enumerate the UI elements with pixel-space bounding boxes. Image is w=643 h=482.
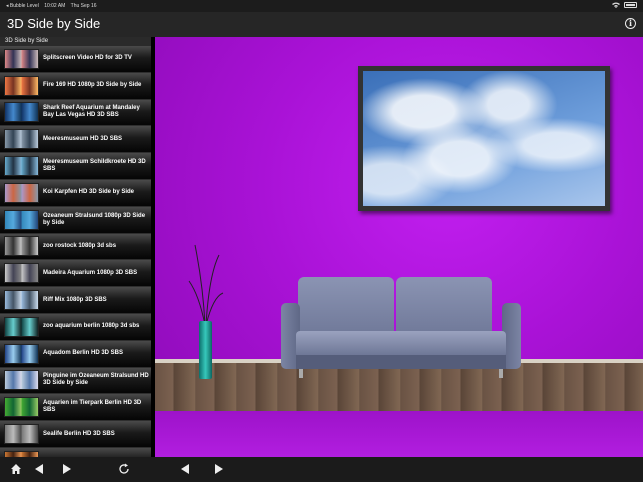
video-thumbnail xyxy=(4,343,39,364)
status-bar: ◂ Bubble Level 10:02 AM Thu Sep 16 xyxy=(0,0,643,12)
list-item[interactable]: Meeresmuseum Schildkroete HD 3D SBS xyxy=(0,153,151,180)
sofa-leg xyxy=(499,369,503,378)
list-item[interactable] xyxy=(0,447,151,457)
list-item[interactable]: Splitscreen Video HD for 3D TV xyxy=(0,46,151,73)
sofa xyxy=(281,277,521,381)
bottom-toolbar xyxy=(0,457,643,482)
list-item[interactable]: Pinguine im Ozeaneum Stralsund HD 3D Sid… xyxy=(0,367,151,395)
video-thumbnail xyxy=(4,397,39,418)
video-thumbnail xyxy=(4,182,39,203)
video-list: Splitscreen Video HD for 3D TV Fire 169 H… xyxy=(0,46,151,457)
video-title: Aquadom Berlin HD 3D SBS xyxy=(43,350,124,357)
room-preview xyxy=(155,37,643,457)
video-thumbnail xyxy=(4,290,39,311)
video-title: zoo rostock 1080p 3d sbs xyxy=(43,242,117,249)
page-title: 3D Side by Side xyxy=(7,16,101,31)
video-list-sidebar: 3D Side by Side Splitscreen Video HD for… xyxy=(0,37,151,457)
video-thumbnail xyxy=(4,316,39,337)
status-time: 10:02 AM xyxy=(44,3,66,9)
navigation-bar: 3D Side by Side i xyxy=(0,12,643,37)
triangle-left-icon xyxy=(181,464,189,474)
video-title: Koi Karpfen HD 3D Side by Side xyxy=(43,189,135,196)
video-title: Ozeaneum Stralsund 1080p 3D Side by Side xyxy=(43,212,146,226)
list-item[interactable]: Meeresmuseum HD 3D SBS xyxy=(0,126,151,154)
sofa-back-cushion-left xyxy=(298,277,394,337)
video-title: zoo aquarium berlin 1080p 3d sbs xyxy=(43,323,140,330)
sofa-back-cushion-right xyxy=(396,277,492,337)
video-thumbnail xyxy=(4,156,39,177)
video-thumbnail xyxy=(4,75,39,96)
vase xyxy=(199,321,212,379)
list-item[interactable]: Aquadom Berlin HD 3D SBS xyxy=(0,340,151,368)
list-item[interactable]: Ozeaneum Stralsund 1080p 3D Side by Side xyxy=(0,206,151,234)
list-item[interactable]: Riff Mix 1080p 3D SBS xyxy=(0,287,151,314)
video-title: Shark Reef Aquarium at Mandaley Bay Las … xyxy=(43,105,140,119)
status-right xyxy=(612,2,637,8)
list-item[interactable]: Fire 169 HD 1080p 3D Side by Side xyxy=(0,72,151,100)
list-item[interactable]: zoo aquarium berlin 1080p 3d sbs xyxy=(0,313,151,341)
video-title: Meeresmuseum HD 3D SBS xyxy=(43,135,123,142)
video-title: Aquarien im Tierpark Berlin HD 3D SBS xyxy=(43,400,142,414)
status-date: Thu Sep 16 xyxy=(70,3,97,9)
list-item[interactable]: Sealife Berlin HD 3D SBS xyxy=(0,421,151,448)
tv-screen-frame xyxy=(358,66,610,211)
video-title: Meeresmuseum Schildkroete HD 3D SBS xyxy=(43,159,146,173)
wall-lower xyxy=(155,409,643,457)
preview-back-button[interactable] xyxy=(178,462,192,476)
decorative-stems xyxy=(188,244,224,325)
video-thumbnail xyxy=(4,129,39,150)
reload-icon[interactable] xyxy=(117,462,131,476)
video-thumbnail xyxy=(4,102,39,123)
video-thumbnail xyxy=(4,263,39,284)
list-item[interactable]: Koi Karpfen HD 3D Side by Side xyxy=(0,179,151,207)
video-title: Riff Mix 1080p 3D SBS xyxy=(43,296,107,303)
tv-screen-sky-image xyxy=(363,71,605,206)
status-left: ◂ Bubble Level 10:02 AM Thu Sep 16 xyxy=(6,3,101,9)
list-item[interactable]: Shark Reef Aquarium at Mandaley Bay Las … xyxy=(0,99,151,127)
video-title: Pinguine im Ozeaneum Stralsund HD 3D Sid… xyxy=(43,373,149,387)
sofa-base xyxy=(296,355,506,369)
video-thumbnail xyxy=(4,424,39,445)
list-back-button[interactable] xyxy=(32,462,46,476)
list-forward-button[interactable] xyxy=(60,462,74,476)
list-item[interactable]: zoo rostock 1080p 3d sbs xyxy=(0,233,151,261)
sidebar-header: 3D Side by Side xyxy=(0,37,151,46)
battery-icon xyxy=(624,2,637,8)
sofa-leg xyxy=(299,369,303,378)
video-title: Sealife Berlin HD 3D SBS xyxy=(43,430,115,437)
info-icon[interactable]: i xyxy=(625,18,636,29)
sofa-seat xyxy=(296,331,506,357)
home-icon[interactable] xyxy=(9,462,23,476)
triangle-right-icon xyxy=(215,464,223,474)
back-to-app-link[interactable]: ◂ Bubble Level xyxy=(6,3,39,9)
triangle-left-icon xyxy=(35,464,43,474)
wifi-icon xyxy=(612,2,620,8)
list-item[interactable]: Aquarien im Tierpark Berlin HD 3D SBS xyxy=(0,394,151,422)
video-thumbnail xyxy=(4,236,39,257)
list-item[interactable]: Madeira Aquarium 1080p 3D SBS xyxy=(0,260,151,288)
video-title: Fire 169 HD 1080p 3D Side by Side xyxy=(43,82,142,89)
preview-forward-button[interactable] xyxy=(212,462,226,476)
video-thumbnail xyxy=(4,370,39,391)
triangle-right-icon xyxy=(63,464,71,474)
video-thumbnail xyxy=(4,209,39,230)
video-thumbnail xyxy=(4,48,39,69)
video-title: Splitscreen Video HD for 3D TV xyxy=(43,55,132,62)
video-title: Madeira Aquarium 1080p 3D SBS xyxy=(43,269,138,276)
